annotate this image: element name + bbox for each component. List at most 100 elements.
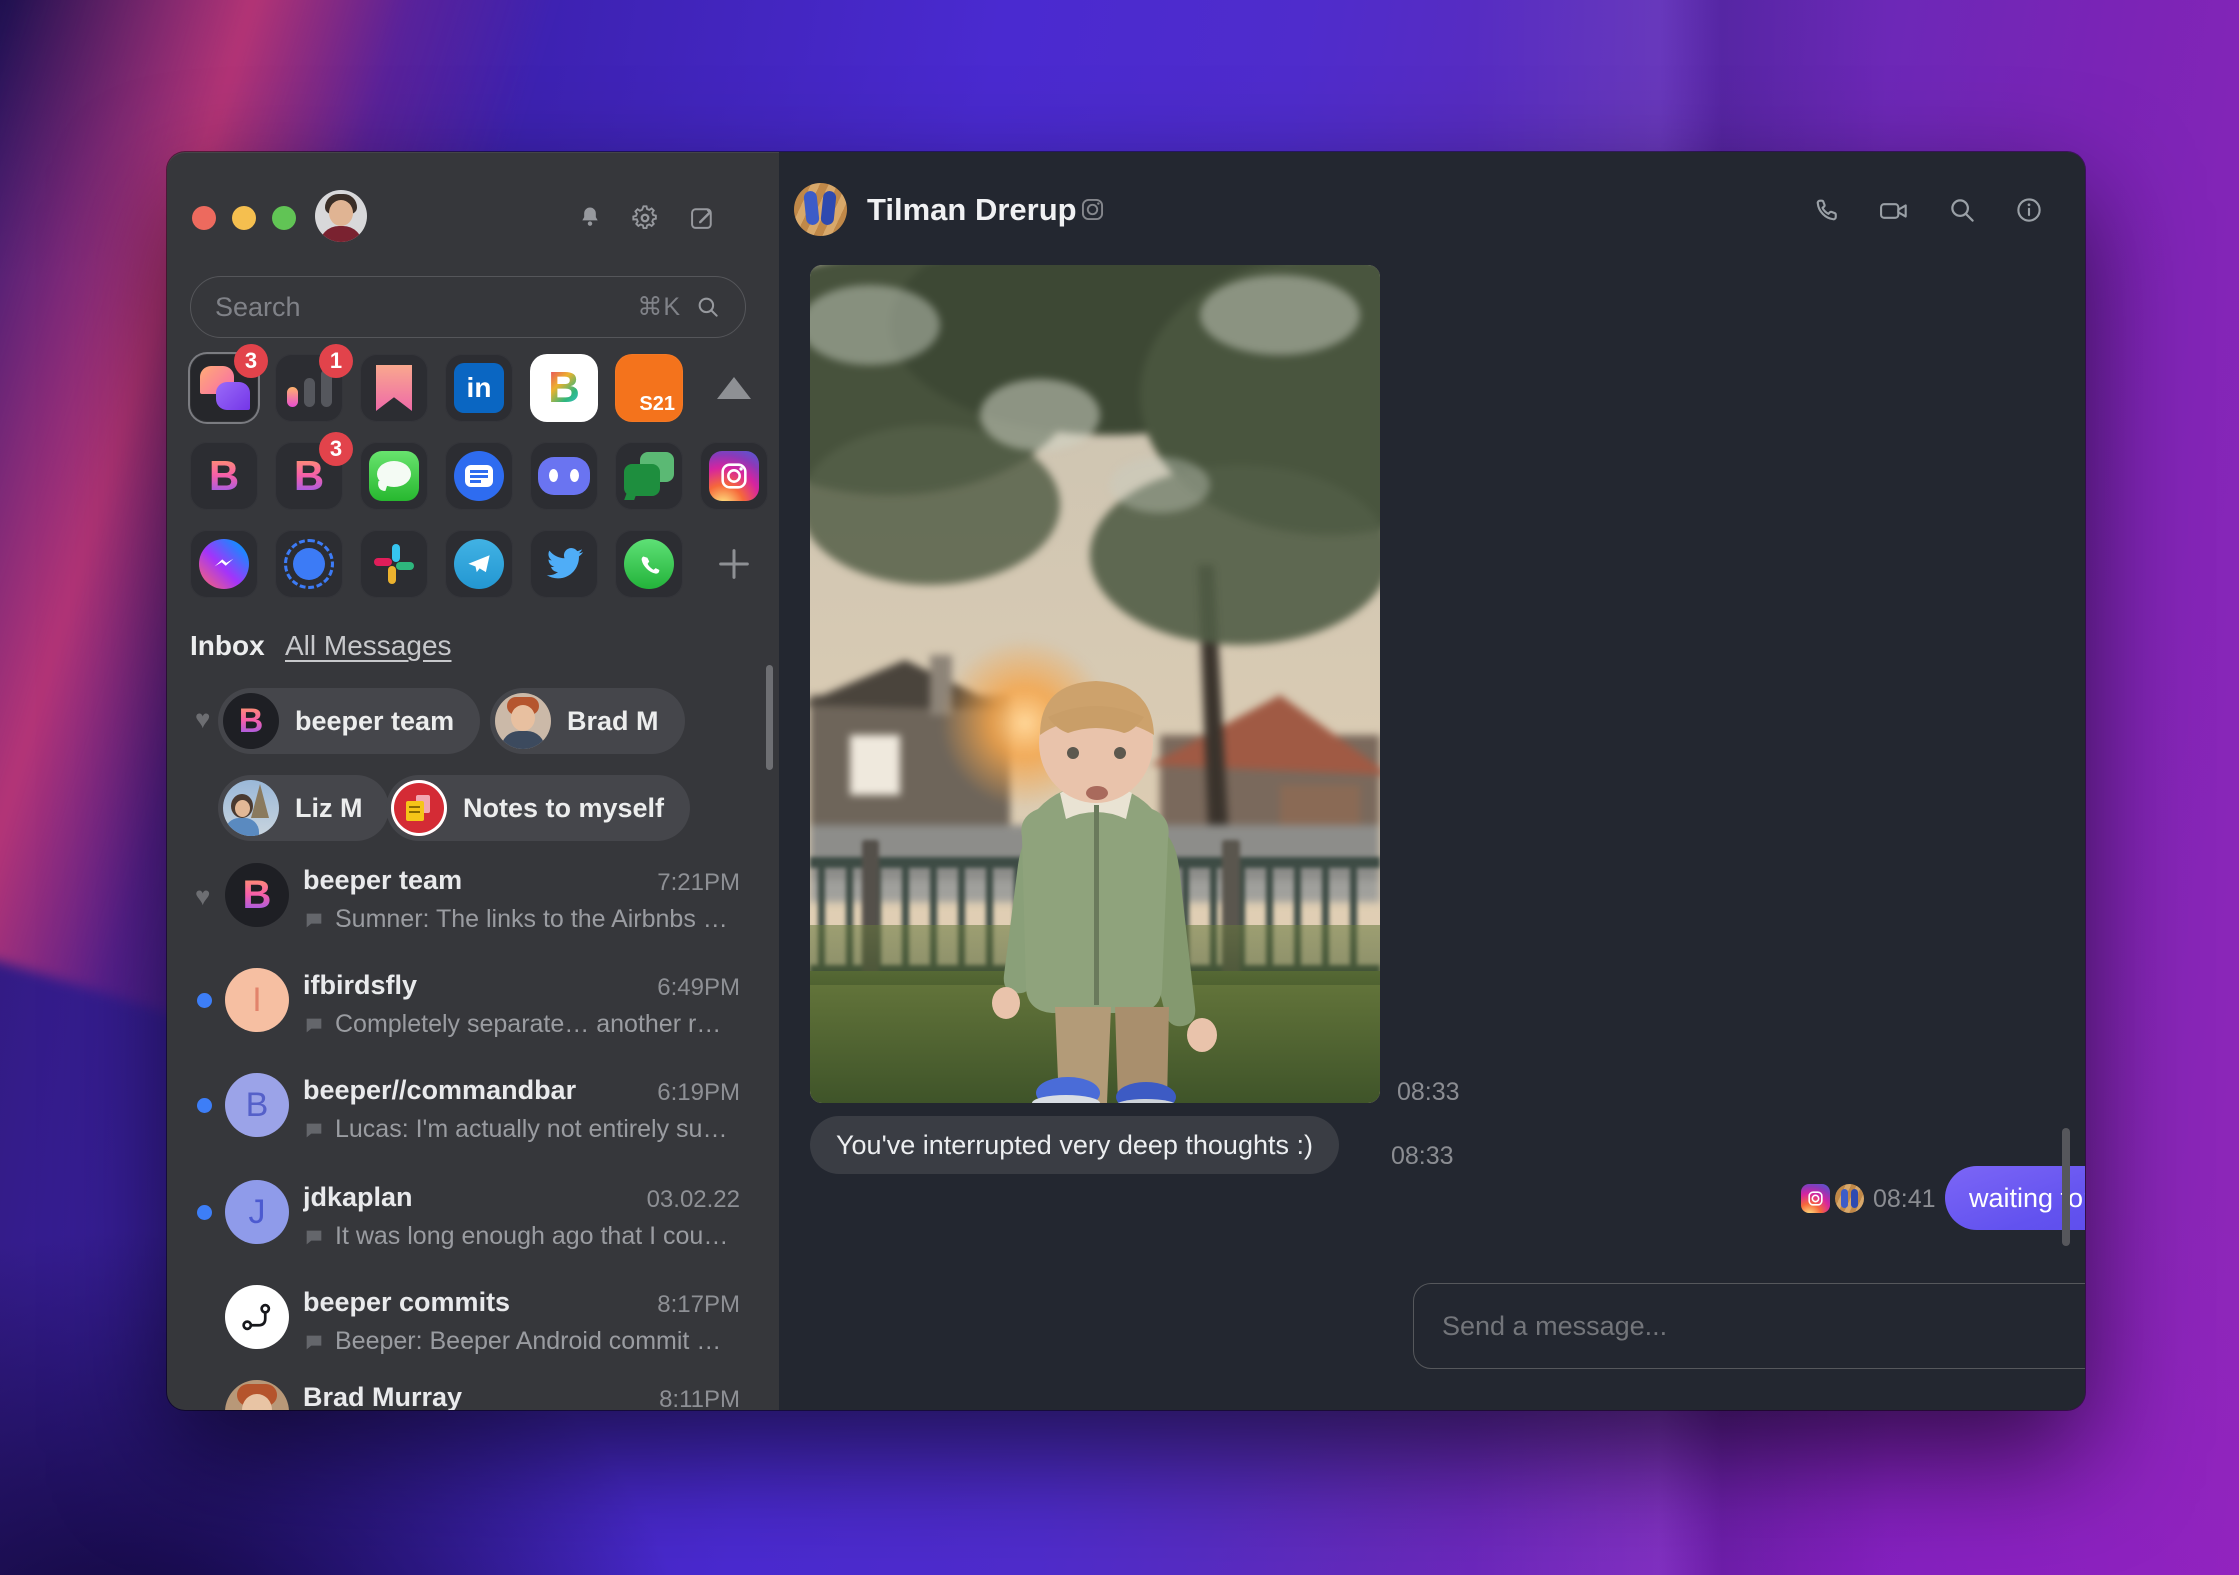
tab-inbox[interactable]: Inbox (190, 630, 265, 662)
s21-icon: S21 (639, 393, 675, 415)
network-sms[interactable] (445, 442, 513, 510)
info-button[interactable] (2014, 195, 2044, 225)
linkedin-icon: in (454, 363, 504, 413)
chat-name: beeper team (303, 865, 463, 895)
network-all-chats[interactable]: 3 (190, 344, 268, 422)
favorite-beeper-team[interactable]: B beeper team (218, 688, 481, 754)
settings-gear-icon[interactable] (631, 204, 659, 232)
chat-pane: Tilman Drerup 08:33 You've interrupted v… (779, 152, 2085, 1410)
message-input[interactable] (1442, 1310, 2085, 1342)
favorite-notes-to-myself[interactable]: Notes to myself (386, 775, 691, 841)
instagram-network-icon (1079, 196, 1106, 223)
add-network-button[interactable] (700, 530, 768, 598)
sidebar: ⌘K 3 1 (167, 152, 779, 1410)
search-icon (1951, 199, 1974, 222)
plus-icon (719, 549, 749, 579)
chat-row-jdkaplan[interactable]: J jdkaplan 03.02.22 It was long enough a… (167, 1180, 779, 1280)
zoom-button[interactable] (272, 206, 296, 230)
network-activity[interactable]: 1 (275, 344, 353, 422)
favorite-label: beeper team (295, 705, 455, 736)
message-bubble-icon (306, 1335, 322, 1350)
sidebar-scrollbar[interactable] (766, 665, 773, 770)
network-discord[interactable] (530, 442, 598, 510)
phone-icon (1816, 199, 1837, 221)
minimize-button[interactable] (232, 206, 256, 230)
favorites-heart-icon: ♥ (195, 704, 211, 734)
network-signal[interactable] (275, 530, 343, 598)
messages-scrollbar[interactable] (2062, 1128, 2070, 1246)
favorite-label: Brad M (567, 705, 659, 736)
network-beeper-2[interactable]: B 3 (275, 432, 353, 510)
unread-badge: 3 (319, 432, 353, 466)
unread-dot (197, 1205, 212, 1220)
chat-time: 6:49PM (657, 974, 740, 1001)
chat-name: Brad Murray (303, 1382, 463, 1410)
compose-icon[interactable] (688, 204, 716, 232)
network-whatsapp[interactable] (615, 530, 683, 598)
unread-badge: 3 (234, 344, 268, 378)
chat-row-beeper-team[interactable]: ♥ B beeper team 7:21PM Sumner: The links… (167, 863, 779, 963)
network-bookmarks[interactable] (360, 354, 428, 422)
photo-message[interactable] (810, 265, 1380, 1103)
network-beeper[interactable]: B (190, 442, 258, 510)
network-google-chat[interactable] (615, 442, 683, 510)
call-button[interactable] (1812, 195, 1842, 225)
network-beeper-slack[interactable]: B (530, 354, 598, 422)
close-button[interactable] (192, 206, 216, 230)
chat-time: 03.02.22 (646, 1186, 740, 1213)
chat-avatar: J (225, 1180, 289, 1244)
chats-icon-2 (216, 382, 250, 410)
network-messenger[interactable] (190, 530, 258, 598)
bookmark-icon (376, 365, 412, 411)
network-imessage[interactable] (360, 442, 428, 510)
incoming-message-bubble[interactable]: You've interrupted very deep thoughts :) (810, 1116, 1339, 1174)
imessage-icon (369, 451, 419, 501)
avatar-face (329, 200, 353, 226)
outgoing-timestamp: 08:41 (1873, 1185, 1936, 1213)
favorite-brad-m[interactable]: Brad M (490, 688, 685, 754)
chat-preview: It was long enough ago that I cou… (335, 1222, 729, 1250)
favorite-heart-icon: ♥ (195, 881, 211, 911)
chat-name: beeper//commandbar (303, 1075, 577, 1105)
activity-bars-icon (286, 369, 332, 407)
search-in-chat-button[interactable] (1947, 195, 1977, 225)
photo-timestamp: 08:33 (1397, 1078, 1460, 1106)
network-instagram[interactable] (700, 442, 768, 510)
profile-avatar[interactable] (315, 190, 367, 242)
video-call-button[interactable] (1878, 196, 1910, 226)
favorite-label: Liz M (295, 792, 363, 823)
network-telegram[interactable] (445, 530, 513, 598)
network-s21[interactable]: S21 (615, 354, 683, 422)
outgoing-read-avatar (1835, 1184, 1864, 1213)
favorite-liz-m[interactable]: Liz M (218, 775, 389, 841)
beeper-team-avatar: B (223, 693, 279, 749)
search-icon[interactable] (695, 294, 721, 320)
sms-icon (454, 451, 504, 501)
notifications-bell-icon[interactable] (576, 204, 604, 232)
outgoing-instagram-icon (1801, 1184, 1830, 1213)
chat-row-brad-murray[interactable]: Brad Murray 8:11PM (167, 1380, 779, 1410)
unread-badge: 1 (319, 344, 353, 378)
chat-preview: Beeper: Beeper Android commit … (335, 1327, 722, 1355)
chat-row-beeper-commandbar[interactable]: B beeper//commandbar 6:19PM Lucas: I'm a… (167, 1073, 779, 1173)
chat-avatar (225, 1380, 289, 1410)
messenger-icon (199, 539, 249, 589)
telegram-icon (454, 539, 504, 589)
network-linkedin[interactable]: in (445, 354, 513, 422)
collapse-grid-button[interactable] (700, 354, 768, 422)
network-slack[interactable] (360, 530, 428, 598)
avatar-shirt (319, 226, 363, 242)
favorite-label: Notes to myself (463, 792, 665, 823)
message-timestamp: 08:33 (1391, 1142, 1454, 1170)
network-twitter[interactable] (530, 530, 598, 598)
chat-row-beeper-commits[interactable]: beeper commits 8:17PM Beeper: Beeper And… (167, 1285, 779, 1385)
chat-avatar: B (225, 863, 289, 927)
search-input[interactable] (215, 291, 624, 323)
chat-preview: Completely separate… another r… (335, 1010, 722, 1038)
tab-all-messages[interactable]: All Messages (285, 630, 452, 662)
unread-dot (197, 1098, 212, 1113)
chat-row-ifbirdsfly[interactable]: I ifbirdsfly 6:49PM Completely separate…… (167, 968, 779, 1068)
chat-header-avatar[interactable] (794, 183, 847, 236)
info-icon (2017, 198, 2041, 222)
video-icon (1880, 203, 1907, 219)
